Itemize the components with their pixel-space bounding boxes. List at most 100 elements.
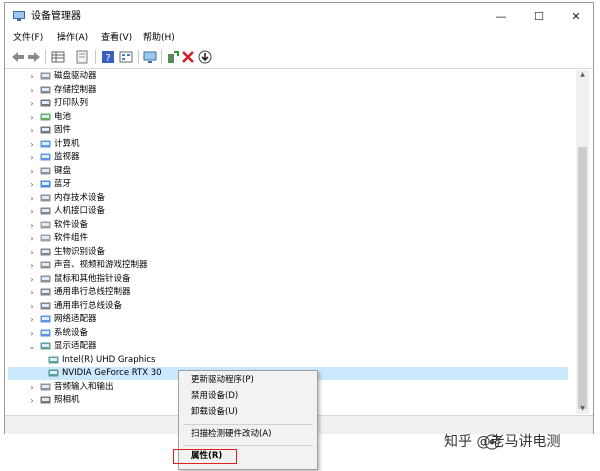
window-title: 设备管理器 <box>31 11 81 22</box>
tree-item-label: 软件组件 <box>54 233 89 243</box>
minimize-button[interactable]: — <box>487 9 515 25</box>
tree-category[interactable]: › 内存技术设备 <box>8 192 568 205</box>
menu-item-update-driver[interactable]: 更新驱动程序(P) <box>191 374 254 387</box>
tree-category[interactable]: › 打印队列 <box>8 97 568 110</box>
scrollbar-thumb[interactable] <box>578 147 587 409</box>
mouse-icon <box>40 275 51 284</box>
tree-category[interactable]: › 通用串行总线控制器 <box>8 286 568 299</box>
tree-category[interactable]: › 生物识别设备 <box>8 246 568 259</box>
tree-item-label: 音频输入和输出 <box>54 381 114 392</box>
menu-action[interactable]: 操作(A) <box>57 31 88 45</box>
vertical-scrollbar[interactable]: ▲ ▼ <box>576 70 589 414</box>
remove-x-icon[interactable] <box>181 50 195 64</box>
sound-icon <box>40 261 51 270</box>
tree-category[interactable]: › 软件组件 <box>8 232 568 245</box>
tree-category[interactable]: › 系统设备 <box>8 327 568 340</box>
expand-chevron-icon[interactable]: › <box>28 165 36 178</box>
disk-icon <box>40 72 51 81</box>
svg-text:?: ? <box>105 53 110 64</box>
device-manager-icon <box>13 11 25 21</box>
system-device-icon <box>40 329 51 338</box>
title-bar[interactable]: 设备管理器 — ☐ ✕ <box>5 3 593 31</box>
forward-arrow-icon[interactable] <box>27 50 41 64</box>
tree-category[interactable]: › 监视器 <box>8 151 568 164</box>
expand-chevron-icon[interactable]: › <box>28 124 36 137</box>
expand-chevron-icon[interactable]: › <box>28 273 36 286</box>
monitor-scan-icon[interactable] <box>143 50 157 64</box>
expand-chevron-icon[interactable]: › <box>28 138 36 151</box>
tree-category[interactable]: › 网络适配器 <box>8 313 568 326</box>
toolbar-separator <box>45 50 46 64</box>
scroll-down-arrow-icon[interactable]: ▼ <box>576 404 589 414</box>
network-icon <box>40 315 51 324</box>
menu-item-disable-device[interactable]: 禁用设备(D) <box>191 390 238 403</box>
camera-icon <box>40 396 51 405</box>
expand-chevron-icon[interactable]: › <box>28 300 36 313</box>
tree-category[interactable]: › 人机接口设备 <box>8 205 568 218</box>
menu-item-scan-hardware[interactable]: 扫描检测硬件改动(A) <box>191 428 271 441</box>
expand-chevron-icon[interactable]: › <box>28 394 36 407</box>
back-arrow-icon[interactable] <box>11 50 25 64</box>
tree-category[interactable]: › 存储控制器 <box>8 84 568 97</box>
device-tree[interactable]: › 磁盘驱动器 › 存储控制器 › 打印队列 › 电池 › 固件 › 计算机 › 监视器 › 键盘 › 蓝牙 › 内存… <box>8 70 572 414</box>
expand-chevron-icon[interactable]: › <box>28 151 36 164</box>
usb-icon <box>40 288 51 297</box>
computer-icon <box>40 140 51 149</box>
expand-chevron-icon[interactable]: › <box>28 327 36 340</box>
tree-item-label: 计算机 <box>54 138 80 149</box>
close-button[interactable]: ✕ <box>562 9 590 25</box>
expand-chevron-icon[interactable]: › <box>28 259 36 272</box>
menu-help[interactable]: 帮助(H) <box>143 31 175 45</box>
tree-category[interactable]: › 电池 <box>8 111 568 124</box>
properties-grid-icon[interactable] <box>51 50 65 64</box>
expand-chevron-icon[interactable]: › <box>28 70 36 83</box>
help-icon[interactable]: ? <box>101 50 115 64</box>
download-icon[interactable] <box>198 50 212 64</box>
expand-chevron-icon[interactable]: › <box>28 219 36 232</box>
tree-item-label: 键盘 <box>54 165 72 176</box>
expand-chevron-icon[interactable]: › <box>28 286 36 299</box>
tree-category[interactable]: › 固件 <box>8 124 568 137</box>
tree-item-label: Intel(R) UHD Graphics <box>62 354 156 365</box>
menu-view[interactable]: 查看(V) <box>101 31 132 45</box>
tree-category[interactable]: › 声音、视频和游戏控制器 <box>8 259 568 272</box>
expand-chevron-icon[interactable]: › <box>28 232 36 245</box>
firmware-icon <box>40 126 51 135</box>
maximize-button[interactable]: ☐ <box>525 9 553 25</box>
tree-category[interactable]: › 计算机 <box>8 138 568 151</box>
expand-chevron-icon[interactable]: › <box>28 381 36 394</box>
tree-category[interactable]: › 通用串行总线设备 <box>8 300 568 313</box>
tree-item-label: 照相机 <box>54 395 80 405</box>
menu-file[interactable]: 文件(F) <box>13 31 43 45</box>
tree-category[interactable]: › 键盘 <box>8 165 568 178</box>
tree-category[interactable]: › 磁盘驱动器 <box>8 70 568 83</box>
expand-chevron-icon[interactable]: › <box>28 84 36 97</box>
tree-item-label: 电池 <box>54 111 72 122</box>
expand-chevron-icon[interactable]: › <box>28 192 36 205</box>
tree-category[interactable]: › 软件设备 <box>8 219 568 232</box>
tree-item-label: 磁盘驱动器 <box>54 71 97 81</box>
expand-chevron-icon[interactable]: › <box>28 111 36 124</box>
scroll-up-arrow-icon[interactable]: ▲ <box>576 70 589 80</box>
expand-chevron-icon[interactable]: › <box>28 246 36 259</box>
grid-view-icon[interactable] <box>119 50 133 64</box>
tree-item-label: 通用串行总线设备 <box>54 300 123 311</box>
properties-highlight-box <box>173 449 237 464</box>
collapse-chevron-icon[interactable]: ⌄ <box>28 340 36 353</box>
tree-item-label: 通用串行总线控制器 <box>54 287 131 297</box>
expand-chevron-icon[interactable]: › <box>28 178 36 191</box>
printer-icon <box>40 99 51 108</box>
expand-chevron-icon[interactable]: › <box>28 97 36 110</box>
tree-category[interactable]: › 蓝牙 <box>8 178 568 191</box>
add-driver-icon[interactable] <box>165 50 179 64</box>
tree-category[interactable]: › 鼠标和其他指针设备 <box>8 273 568 286</box>
expand-chevron-icon[interactable]: › <box>28 313 36 326</box>
tree-item-label: 生物识别设备 <box>54 246 106 257</box>
tree-category[interactable]: ⌄ 显示适配器 <box>8 340 568 353</box>
display-adapter-icon <box>48 356 59 365</box>
tree-item-label: 软件设备 <box>54 219 89 230</box>
expand-chevron-icon[interactable]: › <box>28 205 36 218</box>
document-icon[interactable] <box>75 50 89 64</box>
tree-device[interactable]: Intel(R) UHD Graphics <box>8 354 568 367</box>
menu-item-uninstall-device[interactable]: 卸载设备(U) <box>191 406 238 419</box>
